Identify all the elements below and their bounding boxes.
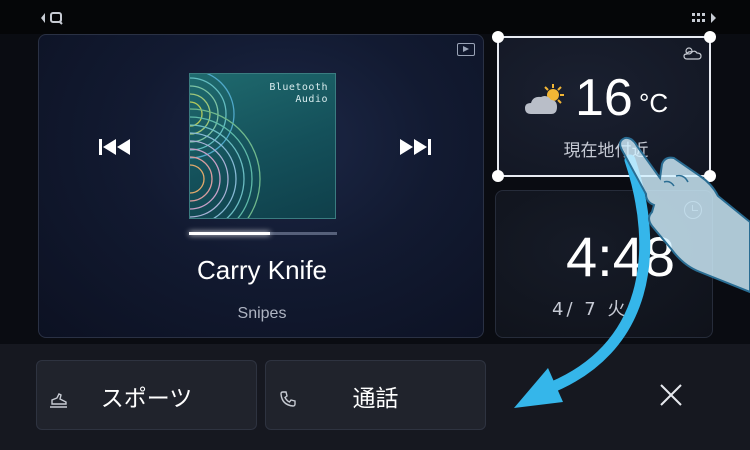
- media-player-card[interactable]: Bluetooth Audio Carry Knife Snipes: [38, 34, 484, 338]
- album-art: Bluetooth Audio: [189, 73, 336, 219]
- clock-card[interactable]: 4:48 4/ 7 火: [495, 190, 713, 338]
- album-label: Bluetooth Audio: [269, 82, 328, 106]
- widget-area: Bluetooth Audio Carry Knife Snipes 16 °C…: [0, 31, 750, 344]
- sports-button[interactable]: スポーツ: [36, 360, 257, 430]
- clock-time: 4:48: [566, 225, 675, 288]
- call-button[interactable]: 通話: [265, 360, 486, 430]
- weather-card[interactable]: 16 °C 現在地付近: [492, 31, 716, 182]
- resize-handle-top-left[interactable]: [492, 31, 504, 43]
- track-title: Carry Knife: [196, 255, 328, 285]
- clock-icon: [684, 201, 702, 219]
- clock-date: 4/ 7 火: [552, 299, 629, 320]
- partly-cloudy-icon: [525, 84, 564, 114]
- track-artist: Snipes: [237, 305, 287, 322]
- call-button-label: 通話: [352, 386, 399, 412]
- album-label-line1: Bluetooth: [269, 82, 328, 93]
- resize-handle-bottom-left[interactable]: [492, 170, 504, 182]
- back-search-icon[interactable]: [38, 10, 68, 26]
- apps-grid-icon[interactable]: [690, 11, 720, 25]
- sports-button-label: スポーツ: [100, 386, 193, 412]
- weather-location: 現在地付近: [563, 141, 649, 161]
- previous-track-icon: [99, 139, 130, 155]
- status-bar: [0, 0, 750, 34]
- playback-progress-fill: [189, 232, 271, 235]
- playback-progress-bar[interactable]: [189, 232, 337, 235]
- next-track-button[interactable]: [397, 136, 433, 158]
- weather-settings-icon[interactable]: [681, 44, 703, 62]
- resize-handle-top-right[interactable]: [704, 31, 716, 43]
- album-label-line2: Audio: [295, 94, 328, 105]
- previous-track-button[interactable]: [97, 136, 133, 158]
- temperature: 16: [575, 69, 633, 127]
- temperature-unit: °C: [639, 88, 669, 118]
- resize-handle-bottom-right[interactable]: [704, 170, 716, 182]
- next-track-icon: [400, 139, 431, 155]
- play-source-icon[interactable]: [457, 43, 475, 56]
- close-icon[interactable]: [658, 382, 684, 408]
- shortcut-bar: スポーツ 通話: [0, 344, 750, 450]
